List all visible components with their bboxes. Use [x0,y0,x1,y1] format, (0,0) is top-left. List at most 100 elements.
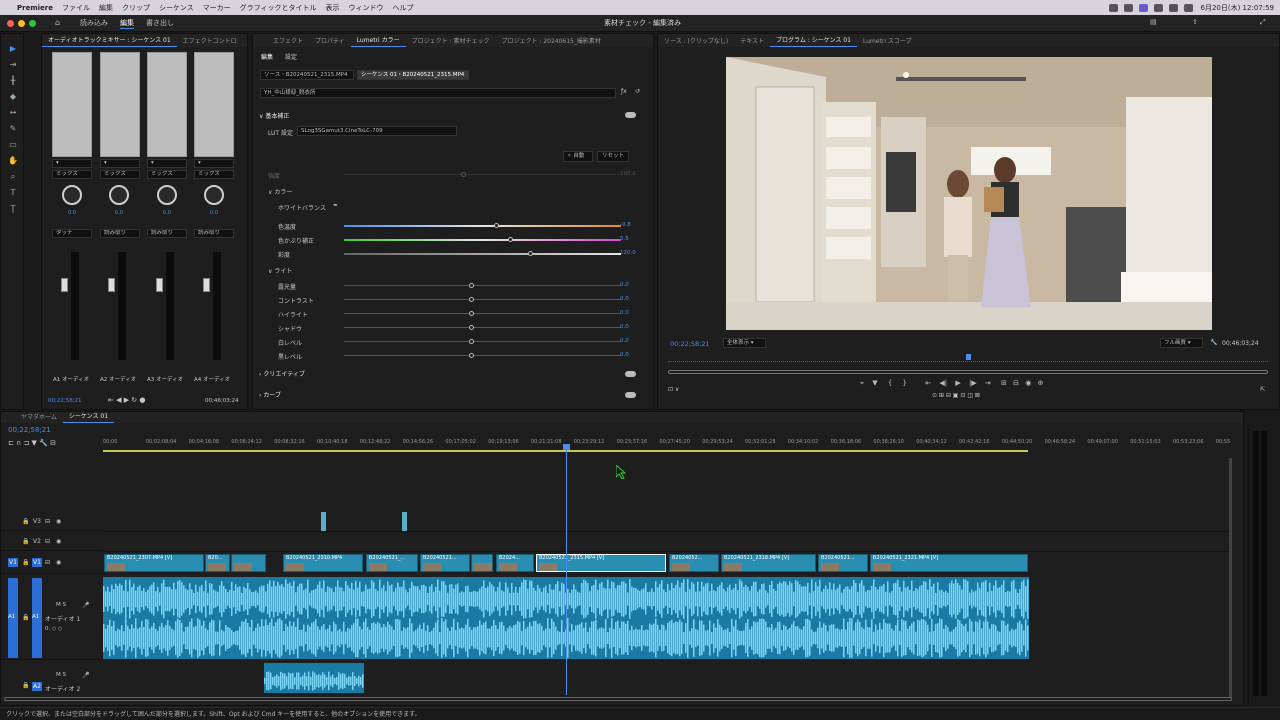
quality-dropdown[interactable]: フル画質 ▾ [1160,338,1203,348]
pan-knob-a3[interactable] [157,185,177,205]
workspace-import[interactable]: 読み込み [80,18,108,28]
eye-icon[interactable]: ◉ [56,559,61,566]
eye-icon[interactable]: ◉ [56,518,61,525]
light-slider[interactable] [344,355,621,356]
mixer-channel-a3-fx[interactable] [147,52,187,157]
video-clip[interactable]: B20240521_2318.MP4 [V] [721,554,816,572]
mix-dropdown-a1[interactable]: ミックス [52,170,92,179]
workspaces-icon[interactable]: ▤ [1150,18,1157,26]
mixer-timecode[interactable]: 00;22;58;21 [48,398,82,404]
snap-icon[interactable]: ⊏ ∩ ⊐ ▼ 🔧 ⊟ [8,439,56,447]
light-knob[interactable] [468,325,474,330]
mixer-channel-a1-fx[interactable] [52,52,92,157]
menu-edit[interactable]: 編集 [99,3,113,13]
automation-dropdown-a4[interactable]: 読み取り [194,229,234,238]
track-label-v1[interactable]: V1 [32,558,42,567]
tab-source[interactable]: ソース : (クリップなし) [658,36,734,47]
timeline-playhead[interactable] [566,445,567,695]
export-frame-icon[interactable]: ⇱ [1260,386,1265,393]
wifi-icon[interactable] [1168,3,1178,12]
sync-icon[interactable]: ⊟ [45,518,50,525]
auto-button[interactable]: ✧ 自動 [563,151,593,162]
pan-knob-a4[interactable] [204,185,224,205]
lock-icon[interactable]: 🔒 [22,614,29,621]
light-slider[interactable] [344,299,621,300]
intensity-knob[interactable] [461,172,466,177]
video-clip[interactable]: B20240521_... [366,554,418,572]
program-timecode[interactable]: 00;22;58;21 [670,340,710,348]
subtab-edit[interactable]: 編集 [261,52,273,61]
vertical-type-icon[interactable]: Ţ [8,204,18,214]
insert-icon[interactable]: ⊞ [1001,379,1007,387]
menu-marker[interactable]: マーカー [203,3,231,13]
volume-fader-a3[interactable] [156,278,163,292]
light-value[interactable]: 0.0 [620,296,629,302]
curves-section-header[interactable]: › カーブ [259,390,281,399]
light-knob[interactable] [468,339,474,344]
tab-properties[interactable]: プロパティ [309,36,351,47]
menu-view[interactable]: 表示 [326,3,340,13]
tab-yamada-home[interactable]: ヤマダホーム [1,412,63,423]
track-label-v3[interactable]: V3 [33,518,41,525]
creative-section-header[interactable]: › クリエイティブ [259,369,305,378]
creative-toggle[interactable] [625,371,636,377]
fx-icon[interactable]: ƒx [621,88,627,95]
fit-dropdown[interactable]: 全体表示 ▾ [723,338,766,348]
video-clip[interactable]: B20240521... [420,554,470,572]
track-target-a2[interactable]: A2 [32,682,42,691]
marker-icon[interactable]: ▼ [872,379,877,387]
lock-icon[interactable]: 🔒 [22,682,29,689]
goto-in-icon[interactable]: ⇤ [925,379,931,387]
timeline-hscroll[interactable] [4,697,1232,701]
menu-sequence[interactable]: シーケンス [159,3,194,13]
light-slider[interactable] [344,341,621,342]
out-point-icon[interactable]: } [903,379,907,387]
timeline-timecode[interactable]: 00;22;58;21 [8,426,51,434]
status-icon[interactable] [1153,3,1163,12]
wrench-icon[interactable]: 🔧 [1210,339,1217,346]
program-playhead[interactable] [966,354,971,360]
workspace-export[interactable]: 書き出し [146,18,174,28]
light-knob[interactable] [468,283,474,288]
fullscreen-icon[interactable]: ⤢ [1260,18,1266,27]
send-dropdown-a4[interactable]: ▾ [194,159,234,168]
video-clip[interactable]: B20240521_2310.MP4 [283,554,363,572]
battery-icon[interactable] [1183,3,1193,12]
video-clip[interactable]: B20... [205,554,230,572]
zoom-tool-icon[interactable]: ⌕ [8,172,18,182]
send-dropdown-a3[interactable]: ▾ [147,159,187,168]
track-name-a2[interactable]: オーディオ 2 [45,684,80,693]
slider-knob[interactable] [527,251,533,256]
hand-icon[interactable]: ✋ [8,156,18,166]
mixer-play-icon[interactable]: ⇤ ◀ ▶ ↻ ● [108,396,146,404]
pan-knob-a1[interactable] [62,185,82,205]
menu-graphics[interactable]: グラフィックとタイトル [240,3,317,13]
close-window-icon[interactable] [7,20,14,27]
step-forward-icon[interactable]: |▶ [969,379,977,387]
overwrite-icon[interactable]: ⊟ [1013,379,1019,387]
camera-icon[interactable]: ◉ [1025,379,1031,387]
lock-icon[interactable]: 🔒 [22,559,29,566]
mic-icon[interactable]: 🎤 [82,672,89,679]
light-value[interactable]: 0.0 [620,310,629,316]
workspace-edit[interactable]: 編集 [120,18,134,29]
menu-help[interactable]: ヘルプ [393,3,414,13]
tab-effects[interactable]: エフェクト [253,36,309,47]
timeline-vscroll[interactable] [1229,458,1232,698]
automation-dropdown-a1[interactable]: タッチ [52,229,92,238]
home-icon[interactable]: ⌂ [55,18,60,27]
light-value[interactable]: 0.0 [620,324,629,330]
timeline-ruler[interactable]: 00;00 00;02;08;04 00;04;16;08 00;06;24;12 00… [103,439,1230,448]
selection-tool-icon[interactable]: ▶ [8,44,18,54]
track-select-icon[interactable]: ⇥ [8,60,18,70]
source-patch-a1[interactable]: A1 [8,578,18,658]
video-clip[interactable]: B20240521... [818,554,868,572]
slider-value[interactable]: 5.5 [620,236,629,242]
mute-button[interactable]: M S [56,602,66,608]
zoom-window-icon[interactable] [29,20,36,27]
send-dropdown-a2[interactable]: ▾ [100,159,140,168]
mixer-channel-a4-fx[interactable] [194,52,234,157]
video-clip[interactable]: B20240521_2321.MP4 [V] [870,554,1028,572]
app-menu[interactable]: Premiere [17,4,53,12]
color-slider[interactable] [344,239,621,241]
